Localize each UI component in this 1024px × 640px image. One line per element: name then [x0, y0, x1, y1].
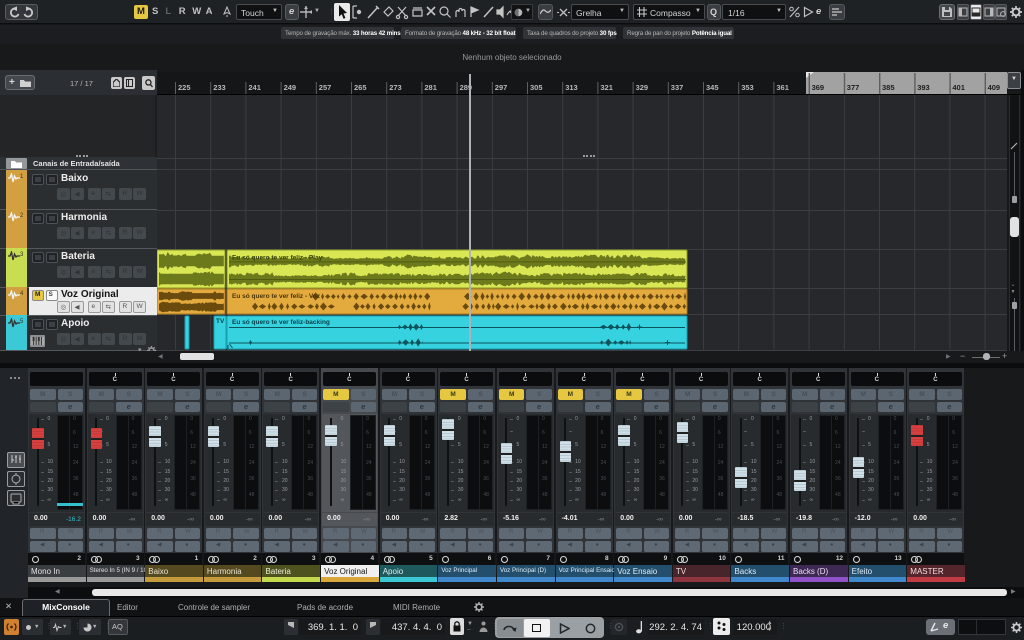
svg-text:225: 225 [178, 83, 191, 92]
svg-text:409: 409 [988, 83, 1001, 92]
svg-text:345: 345 [706, 83, 719, 92]
svg-text:337: 337 [671, 83, 684, 92]
svg-text:265: 265 [354, 83, 367, 92]
svg-text:Eu só quero te ver feliz - Pla: Eu só quero te ver feliz - Play [232, 255, 323, 262]
svg-text:233: 233 [213, 83, 226, 92]
svg-text:313: 313 [565, 83, 578, 92]
svg-text:385: 385 [882, 83, 895, 92]
svg-text:401: 401 [952, 83, 965, 92]
svg-text:249: 249 [284, 83, 297, 92]
svg-text:369: 369 [812, 83, 825, 92]
svg-text:361: 361 [776, 83, 789, 92]
svg-text:305: 305 [530, 83, 543, 92]
svg-text:281: 281 [424, 83, 437, 92]
svg-text:353: 353 [741, 83, 754, 92]
svg-text:329: 329 [636, 83, 649, 92]
svg-text:241: 241 [248, 83, 261, 92]
svg-text:377: 377 [847, 83, 860, 92]
svg-text:Eu só quero te ver feliz-backi: Eu só quero te ver feliz-backing [232, 319, 330, 326]
svg-text:297: 297 [495, 83, 508, 92]
svg-text:Eu só quero te ver feliz - Voz: Eu só quero te ver feliz - Voz [232, 293, 321, 300]
svg-text:TV: TV [216, 318, 225, 325]
svg-text:257: 257 [319, 83, 332, 92]
svg-text:393: 393 [917, 83, 930, 92]
svg-text:273: 273 [389, 83, 402, 92]
svg-text:321: 321 [600, 83, 613, 92]
